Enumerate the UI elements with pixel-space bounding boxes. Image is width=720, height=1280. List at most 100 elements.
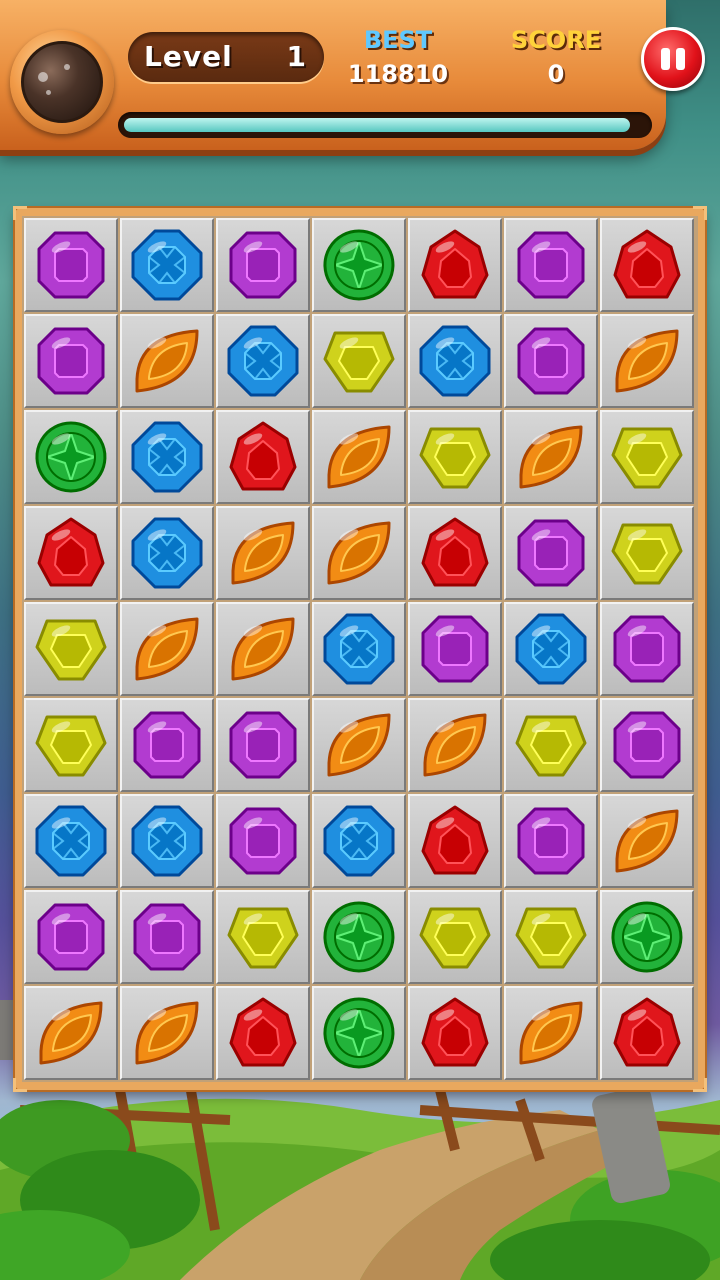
- green-round-gem-icon: [609, 899, 685, 975]
- purple-square-gem-icon: [225, 707, 301, 783]
- board-cell[interactable]: [120, 794, 214, 888]
- board-cell[interactable]: [312, 986, 406, 1080]
- purple-square-gem-icon: [129, 899, 205, 975]
- green-round-gem-icon: [321, 995, 397, 1071]
- board-cell[interactable]: [312, 218, 406, 312]
- board-cell[interactable]: [120, 986, 214, 1080]
- board-cell[interactable]: [24, 890, 118, 984]
- purple-square-gem-icon: [609, 707, 685, 783]
- board-cell[interactable]: [24, 314, 118, 408]
- board-cell[interactable]: [24, 698, 118, 792]
- yellow-pentagon-gem-icon: [417, 899, 493, 975]
- board-cell[interactable]: [504, 986, 598, 1080]
- orange-leaf-gem-icon: [513, 995, 589, 1071]
- board-cell[interactable]: [120, 314, 214, 408]
- orange-leaf-gem-icon: [129, 995, 205, 1071]
- board-cell[interactable]: [504, 218, 598, 312]
- board-cell[interactable]: [312, 794, 406, 888]
- pause-button[interactable]: [641, 27, 705, 91]
- board-cell[interactable]: [600, 698, 694, 792]
- yellow-pentagon-gem-icon: [417, 419, 493, 495]
- yellow-pentagon-gem-icon: [609, 515, 685, 591]
- board-cell[interactable]: [600, 602, 694, 696]
- board-cell[interactable]: [24, 986, 118, 1080]
- board-cell[interactable]: [504, 794, 598, 888]
- red-drop-gem-icon: [609, 995, 685, 1071]
- red-drop-gem-icon: [417, 995, 493, 1071]
- red-drop-gem-icon: [609, 227, 685, 303]
- board-cell[interactable]: [216, 986, 310, 1080]
- red-drop-gem-icon: [417, 227, 493, 303]
- board-cell[interactable]: [24, 794, 118, 888]
- board-cell[interactable]: [312, 890, 406, 984]
- board-cell[interactable]: [216, 314, 310, 408]
- orange-leaf-gem-icon: [321, 419, 397, 495]
- board-cell[interactable]: [24, 218, 118, 312]
- board-cell[interactable]: [408, 794, 502, 888]
- board-cell[interactable]: [312, 314, 406, 408]
- board-cell[interactable]: [504, 410, 598, 504]
- purple-square-gem-icon: [513, 323, 589, 399]
- board-cell[interactable]: [312, 506, 406, 600]
- board-cell[interactable]: [120, 506, 214, 600]
- board-cell[interactable]: [504, 890, 598, 984]
- board-cell[interactable]: [504, 602, 598, 696]
- orange-leaf-gem-icon: [225, 611, 301, 687]
- board-cell[interactable]: [24, 506, 118, 600]
- yellow-pentagon-gem-icon: [609, 419, 685, 495]
- board-cell[interactable]: [408, 506, 502, 600]
- board-cell[interactable]: [120, 890, 214, 984]
- board-cell[interactable]: [216, 602, 310, 696]
- red-drop-gem-icon: [225, 995, 301, 1071]
- orb-glass: [21, 41, 103, 123]
- board-cell[interactable]: [216, 218, 310, 312]
- board-cell[interactable]: [504, 698, 598, 792]
- board-cell[interactable]: [24, 602, 118, 696]
- purple-square-gem-icon: [513, 803, 589, 879]
- board-cell[interactable]: [312, 698, 406, 792]
- board-cell[interactable]: [600, 218, 694, 312]
- blue-octagon-gem-icon: [513, 611, 589, 687]
- board-cell[interactable]: [120, 698, 214, 792]
- board-cell[interactable]: [216, 698, 310, 792]
- top-hud: Level 1 BEST 118810 SCORE 0: [0, 0, 666, 150]
- board-cell[interactable]: [408, 314, 502, 408]
- board-cell[interactable]: [312, 602, 406, 696]
- board-cell[interactable]: [120, 602, 214, 696]
- board-cell[interactable]: [120, 218, 214, 312]
- board-cell[interactable]: [24, 410, 118, 504]
- board-cell[interactable]: [216, 410, 310, 504]
- board-cell[interactable]: [408, 218, 502, 312]
- yellow-pentagon-gem-icon: [33, 707, 109, 783]
- board-cell[interactable]: [600, 986, 694, 1080]
- purple-square-gem-icon: [225, 803, 301, 879]
- purple-square-gem-icon: [33, 323, 109, 399]
- board-cell[interactable]: [216, 506, 310, 600]
- progress-fill: [124, 118, 630, 132]
- board-cell[interactable]: [600, 794, 694, 888]
- purple-square-gem-icon: [33, 227, 109, 303]
- purple-square-gem-icon: [417, 611, 493, 687]
- purple-square-gem-icon: [225, 227, 301, 303]
- board-cell[interactable]: [504, 506, 598, 600]
- board-cell[interactable]: [216, 890, 310, 984]
- board-cell[interactable]: [600, 890, 694, 984]
- board-cell[interactable]: [408, 890, 502, 984]
- board-cell[interactable]: [120, 410, 214, 504]
- red-drop-gem-icon: [33, 515, 109, 591]
- board-cell[interactable]: [216, 794, 310, 888]
- level-indicator: Level 1: [128, 32, 324, 82]
- board-cell[interactable]: [408, 602, 502, 696]
- board-cell[interactable]: [600, 506, 694, 600]
- board-cell[interactable]: [408, 986, 502, 1080]
- blue-octagon-gem-icon: [417, 323, 493, 399]
- board-cell[interactable]: [408, 410, 502, 504]
- board-cell[interactable]: [312, 410, 406, 504]
- green-round-gem-icon: [321, 899, 397, 975]
- board-cell[interactable]: [600, 410, 694, 504]
- board-cell[interactable]: [504, 314, 598, 408]
- green-round-gem-icon: [321, 227, 397, 303]
- board-cell[interactable]: [408, 698, 502, 792]
- board-cell[interactable]: [600, 314, 694, 408]
- blue-octagon-gem-icon: [129, 515, 205, 591]
